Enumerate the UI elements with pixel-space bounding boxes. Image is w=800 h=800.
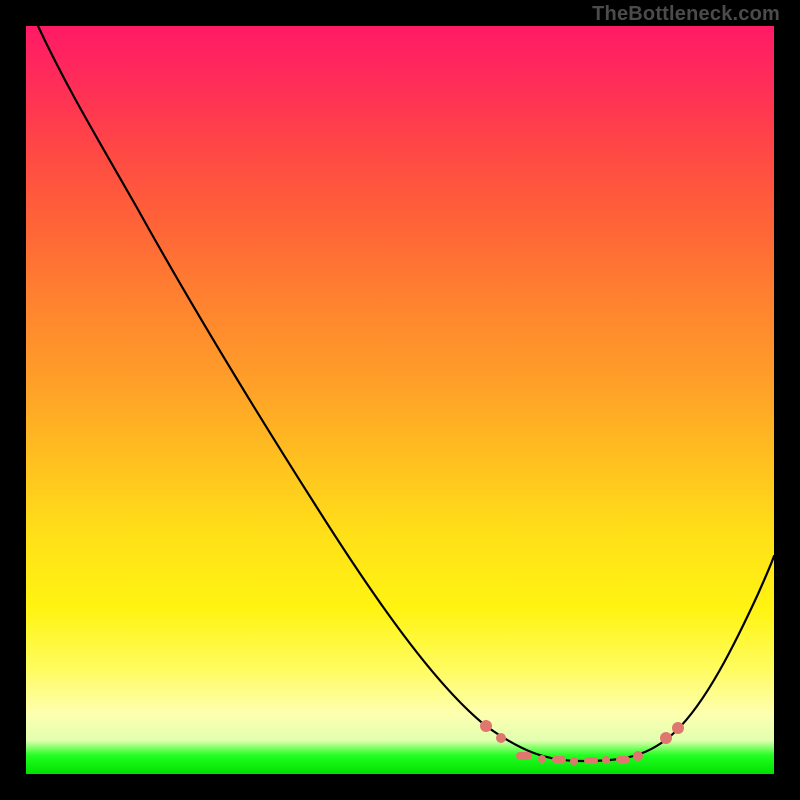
bottleneck-curve xyxy=(26,26,774,774)
plot-area xyxy=(26,26,774,774)
curve-path xyxy=(38,26,774,761)
watermark-text: TheBottleneck.com xyxy=(592,3,780,26)
chart-frame: TheBottleneck.com xyxy=(0,0,800,800)
